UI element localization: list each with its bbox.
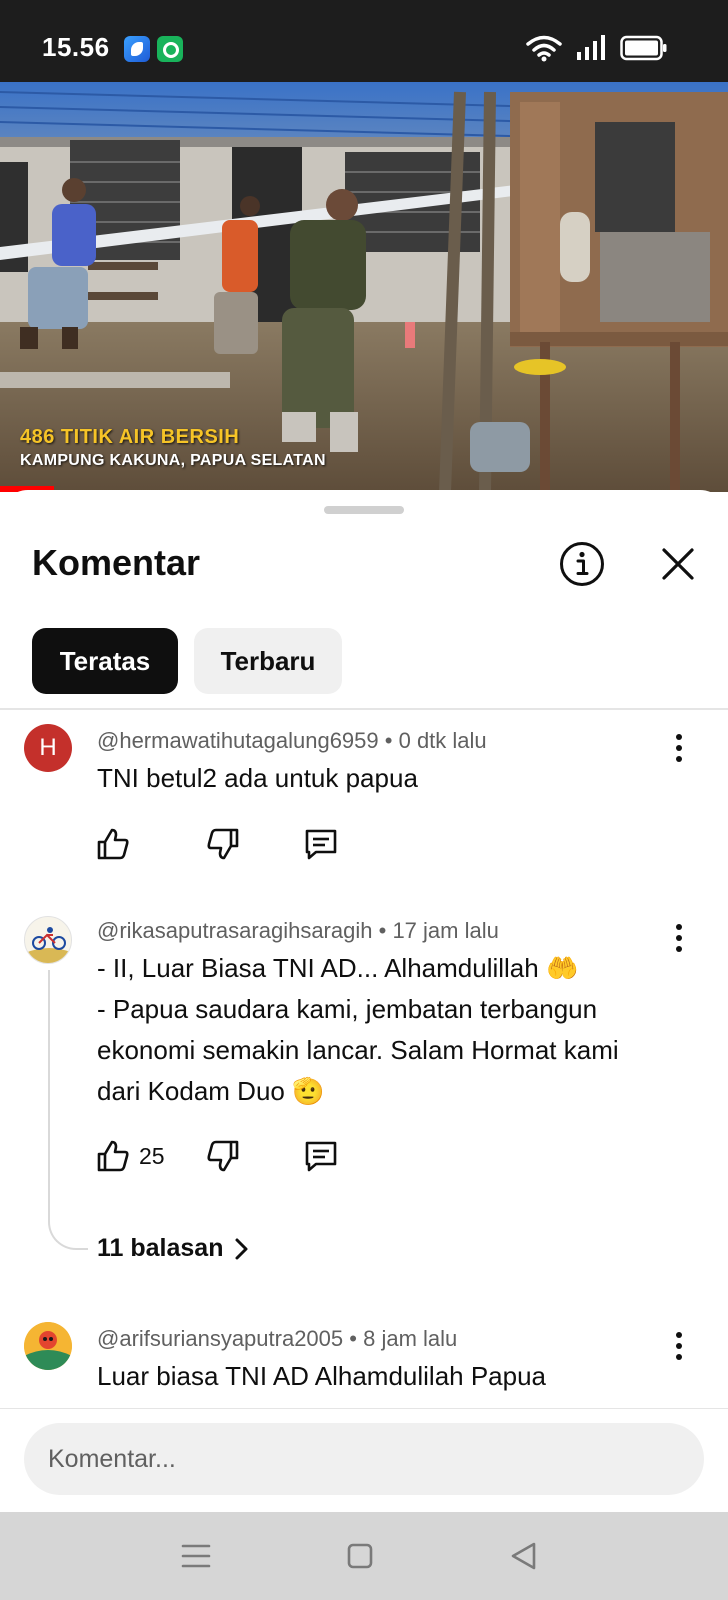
- meta-separator: •: [384, 728, 399, 753]
- thumbs-up-icon: [97, 828, 129, 860]
- thread-line: [48, 970, 50, 1220]
- more-options-button[interactable]: [664, 728, 694, 768]
- tab-terbaru[interactable]: Terbaru: [194, 628, 342, 694]
- like-button[interactable]: 25: [95, 1136, 165, 1176]
- status-time: 15.56: [42, 32, 110, 62]
- status-icons: [526, 34, 668, 62]
- like-button[interactable]: [95, 824, 131, 864]
- reply-button[interactable]: [303, 824, 339, 864]
- comment-item: @rikasaputrasaragihsaragih • 17 jam lalu…: [0, 910, 728, 1290]
- avatar[interactable]: [24, 1322, 72, 1370]
- signal-icon: [577, 35, 605, 60]
- comment-meta: @hermawatihutagalung6959 • 0 dtk lalu: [97, 728, 487, 754]
- meta-separator: •: [378, 918, 393, 943]
- app-notification-icon: [157, 36, 183, 62]
- comment-text-line: - Papua saudara kami, jembatan terbangun: [97, 994, 598, 1024]
- info-button[interactable]: [558, 540, 606, 588]
- comment-author[interactable]: @rikasaputrasaragihsaragih: [97, 918, 372, 943]
- comment-input-bar: Komentar...: [0, 1408, 728, 1512]
- comment-text-line: - II, Luar Biasa TNI AD... Alhamdulillah…: [97, 953, 579, 983]
- sheet-title: Komentar: [32, 542, 201, 583]
- avatar-image: [24, 1322, 72, 1370]
- dislike-button[interactable]: [205, 1136, 241, 1176]
- comment-text-line: ekonomi semakin lancar. Salam Hormat kam…: [97, 1035, 619, 1065]
- comment-author[interactable]: @hermawatihutagalung6959: [97, 728, 379, 753]
- status-bar: 15.56: [0, 0, 728, 82]
- comment-meta: @arifsuriansyaputra2005 • 8 jam lalu: [97, 1326, 457, 1352]
- more-options-button[interactable]: [664, 918, 694, 958]
- comment-text-line: dari Kodam Duo 🫡: [97, 1076, 325, 1106]
- close-button[interactable]: [656, 542, 700, 586]
- info-icon: [560, 542, 604, 586]
- close-icon: [662, 548, 694, 580]
- thumbs-up-icon: [97, 1140, 129, 1172]
- reply-button[interactable]: [303, 1136, 339, 1176]
- avatar-image: [25, 927, 71, 963]
- comment-actions: [95, 824, 355, 864]
- replies-link[interactable]: 11 balasan: [97, 1234, 251, 1263]
- dislike-button[interactable]: [205, 824, 241, 864]
- comment-actions: 25: [95, 1136, 355, 1176]
- reply-icon: [305, 1141, 337, 1172]
- comments-sheet: Komentar Teratas Terbaru H @hermawatihut…: [0, 490, 728, 1410]
- video-player[interactable]: 486 TITIK AIR BERSIH KAMPUNG KAKUNA, PAP…: [0, 82, 728, 492]
- comment-time: 0 dtk lalu: [398, 728, 487, 753]
- menu-icon: [181, 1544, 211, 1568]
- home-button[interactable]: [340, 1536, 380, 1576]
- comment-meta: @rikasaputrasaragihsaragih • 17 jam lalu: [97, 918, 499, 944]
- drag-handle[interactable]: [324, 506, 404, 514]
- back-triangle-icon: [511, 1542, 536, 1570]
- video-caption-subtitle: KAMPUNG KAKUNA, PAPUA SELATAN: [20, 452, 326, 469]
- thumbs-down-icon: [207, 828, 239, 860]
- divider: [0, 708, 728, 710]
- replies-count: 11 balasan: [97, 1234, 224, 1262]
- comment-item: @arifsuriansyaputra2005 • 8 jam lalu Lua…: [0, 1318, 728, 1410]
- avatar[interactable]: [24, 916, 72, 964]
- avatar[interactable]: H: [24, 724, 72, 772]
- comment-text: - II, Luar Biasa TNI AD... Alhamdulillah…: [97, 948, 687, 1112]
- comment-input[interactable]: Komentar...: [24, 1423, 704, 1495]
- like-count: 25: [139, 1142, 165, 1169]
- navigation-bar: [0, 1512, 728, 1600]
- thumbs-down-icon: [207, 1140, 239, 1172]
- home-square-icon: [347, 1543, 373, 1569]
- comment-text: TNI betul2 ada untuk papua: [97, 763, 418, 793]
- video-caption-title: 486 TITIK AIR BERSIH: [20, 426, 240, 448]
- more-options-button[interactable]: [664, 1326, 694, 1366]
- chevron-right-icon: [235, 1238, 248, 1259]
- thread-curve: [48, 1210, 88, 1250]
- comment-time: 17 jam lalu: [392, 918, 499, 943]
- reply-icon: [305, 829, 337, 860]
- comment-item: H @hermawatihutagalung6959 • 0 dtk lalu …: [0, 720, 728, 900]
- comment-author[interactable]: @arifsuriansyaputra2005: [97, 1326, 343, 1351]
- meta-separator: •: [349, 1326, 364, 1351]
- battery-icon: [620, 35, 667, 61]
- comment-time: 8 jam lalu: [363, 1326, 458, 1351]
- wifi-icon: [526, 35, 562, 62]
- tab-teratas[interactable]: Teratas: [32, 628, 178, 694]
- back-button[interactable]: [504, 1536, 544, 1576]
- comment-text: Luar biasa TNI AD Alhamdulilah Papua: [97, 1361, 547, 1391]
- app-notification-icon: [124, 36, 150, 62]
- recent-apps-button[interactable]: [176, 1536, 216, 1576]
